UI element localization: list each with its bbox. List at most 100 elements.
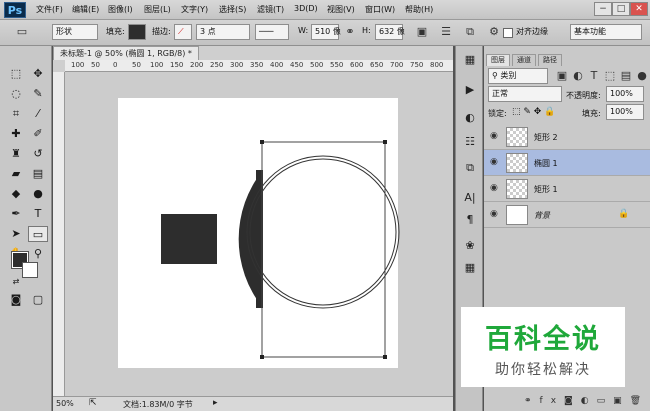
character-panel-icon[interactable]: A| — [461, 190, 479, 206]
tab-paths[interactable]: 路径 — [538, 54, 562, 66]
path-operations-icon[interactable]: ▣ — [414, 24, 430, 40]
clone-source-panel-icon[interactable]: ⧉ — [461, 160, 479, 176]
properties-panel-icon[interactable]: ☷ — [461, 134, 479, 150]
adjustments-panel-icon[interactable]: ◐ — [461, 110, 479, 126]
stroke-style-select[interactable]: ─── — [255, 24, 289, 40]
path-selection-tool-icon[interactable]: ➤ — [6, 226, 26, 242]
menu-image[interactable]: 图像(I) — [108, 4, 133, 15]
layers-footer-icons[interactable]: ⚭fx◙◐▭▣🗑 — [524, 396, 649, 406]
fill-swatch[interactable] — [128, 24, 146, 40]
eyedropper-tool-icon[interactable]: ⁄ — [28, 106, 48, 122]
layer-row[interactable]: ◉ 矩形 2 — [484, 124, 650, 150]
align-edges-checkbox[interactable] — [503, 28, 513, 38]
ruler-mark: 100 — [150, 61, 164, 69]
lasso-tool-icon[interactable]: ◌ — [6, 86, 26, 102]
canvas-artwork[interactable] — [65, 72, 453, 398]
move-tool-icon[interactable]: ✥ — [28, 66, 48, 82]
mode-select[interactable]: 形状 — [52, 24, 98, 40]
layer-name[interactable]: 矩形 2 — [534, 132, 558, 143]
actions-panel-icon[interactable]: ▶ — [461, 82, 479, 98]
eye-icon[interactable]: ◉ — [490, 183, 498, 193]
gradient-tool-icon[interactable]: ▤ — [28, 166, 48, 182]
path-alignment-icon[interactable]: ☰ — [438, 24, 454, 40]
history-brush-tool-icon[interactable]: ↺ — [28, 146, 48, 162]
ruler-mark: 700 — [390, 61, 404, 69]
quick-selection-tool-icon[interactable]: ✎ — [28, 86, 48, 102]
tab-channels[interactable]: 通道 — [512, 54, 536, 66]
blend-mode-select[interactable]: 正常 — [488, 86, 562, 102]
filter-smart-icon[interactable]: ▤ — [618, 68, 634, 84]
menu-view[interactable]: 视图(V) — [327, 4, 355, 15]
ruler-mark: 800 — [430, 61, 444, 69]
canvas-area[interactable] — [65, 72, 453, 398]
menu-type[interactable]: 文字(Y) — [181, 4, 208, 15]
type-tool-icon[interactable]: T — [28, 206, 48, 222]
document-tab[interactable]: 未标题-1 @ 50% (椭圆 1, RGB/8) * — [53, 46, 199, 60]
layer-name[interactable]: 背景 — [534, 210, 550, 221]
menu-file[interactable]: 文件(F) — [36, 4, 63, 15]
gear-icon[interactable]: ⚙ — [486, 24, 502, 40]
minimize-button[interactable]: − — [594, 2, 612, 16]
quick-mask-icon[interactable]: ◙ — [6, 292, 26, 308]
styles-panel-icon[interactable]: ▦ — [461, 260, 479, 276]
menu-select[interactable]: 选择(S) — [219, 4, 246, 15]
lock-icons[interactable]: ⬚ ✎ ✥ 🔒 — [512, 107, 555, 117]
brush-tool-icon[interactable]: ✐ — [28, 126, 48, 142]
filter-adjustment-icon[interactable]: ◐ — [570, 68, 586, 84]
filter-pixel-icon[interactable]: ▣ — [554, 68, 570, 84]
filter-shape-icon[interactable]: ⬚ — [602, 68, 618, 84]
pen-tool-icon[interactable]: ✒ — [6, 206, 26, 222]
menu-edit[interactable]: 编辑(E) — [72, 4, 99, 15]
link-icon[interactable]: ⚭ — [342, 24, 358, 40]
rectangle-tool-icon[interactable]: ▭ — [28, 226, 48, 242]
eye-icon[interactable]: ◉ — [490, 157, 498, 167]
layer-name[interactable]: 椭圆 1 — [534, 158, 558, 169]
share-icon[interactable]: ⇱ — [89, 398, 97, 408]
status-arrow-icon[interactable]: ▸ — [213, 398, 218, 408]
layer-name[interactable]: 矩形 1 — [534, 184, 558, 195]
maximize-button[interactable]: □ — [612, 2, 630, 16]
layer-row[interactable]: ◉ 背景 🔒 — [484, 202, 650, 228]
menu-3d[interactable]: 3D(D) — [294, 4, 318, 13]
stroke-swatch[interactable]: ⟋ — [174, 24, 192, 40]
lock-label: 锁定: — [488, 109, 507, 118]
history-panel-icon[interactable]: ▦ — [461, 52, 479, 68]
paragraph-panel-icon[interactable]: ¶ — [461, 212, 479, 228]
shape-tool-preset-icon[interactable]: ▭ — [14, 24, 30, 40]
menu-help[interactable]: 帮助(H) — [405, 4, 433, 15]
path-arrangement-icon[interactable]: ⧉ — [462, 24, 478, 40]
crop-tool-icon[interactable]: ⌗ — [6, 106, 26, 122]
screen-mode-icon[interactable]: ▢ — [28, 292, 48, 308]
swap-colors-icon[interactable]: ⇄ — [6, 274, 26, 290]
height-input[interactable]: 632 像 — [375, 24, 405, 40]
marquee-tool-icon[interactable]: ⬚ — [6, 66, 26, 82]
layer-filter-select[interactable]: ⚲ 类别 — [488, 68, 548, 84]
fill-input[interactable]: 100% — [606, 104, 644, 120]
clone-stamp-tool-icon[interactable]: ♜ — [6, 146, 26, 162]
eraser-tool-icon[interactable]: ▰ — [6, 166, 26, 182]
workspace-select[interactable]: 基本功能 — [570, 24, 642, 40]
eye-icon[interactable]: ◉ — [490, 131, 498, 141]
healing-brush-tool-icon[interactable]: ✚ — [6, 126, 26, 142]
menu-filter[interactable]: 滤镜(T) — [257, 4, 284, 15]
layer-row[interactable]: ◉ 矩形 1 — [484, 176, 650, 202]
zoom-level[interactable]: 50% — [56, 399, 74, 408]
stroke-size-input[interactable]: 3 点 — [196, 24, 250, 40]
document-info: 文档:1.83M/0 字节 — [123, 400, 193, 409]
dodge-tool-icon[interactable]: ● — [28, 186, 48, 202]
swatches-panel-icon[interactable]: ❀ — [461, 238, 479, 254]
close-button[interactable]: ✕ — [630, 2, 648, 16]
filter-toggle-icon[interactable]: ● — [634, 68, 650, 84]
tab-layers[interactable]: 图层 — [486, 54, 510, 66]
blur-tool-icon[interactable]: ◆ — [6, 186, 26, 202]
layer-thumbnail — [506, 153, 528, 173]
width-input[interactable]: 510 像 — [311, 24, 341, 40]
eye-icon[interactable]: ◉ — [490, 209, 498, 219]
opacity-input[interactable]: 100% — [606, 86, 644, 102]
filter-kind: 类别 — [500, 71, 517, 80]
layer-row[interactable]: ◉ 椭圆 1 — [484, 150, 650, 176]
filter-type-icon[interactable]: T — [586, 68, 602, 84]
menu-layer[interactable]: 图层(L) — [144, 4, 171, 15]
zoom-tool-icon[interactable]: ⚲ — [28, 246, 48, 262]
menu-window[interactable]: 窗口(W) — [365, 4, 395, 15]
